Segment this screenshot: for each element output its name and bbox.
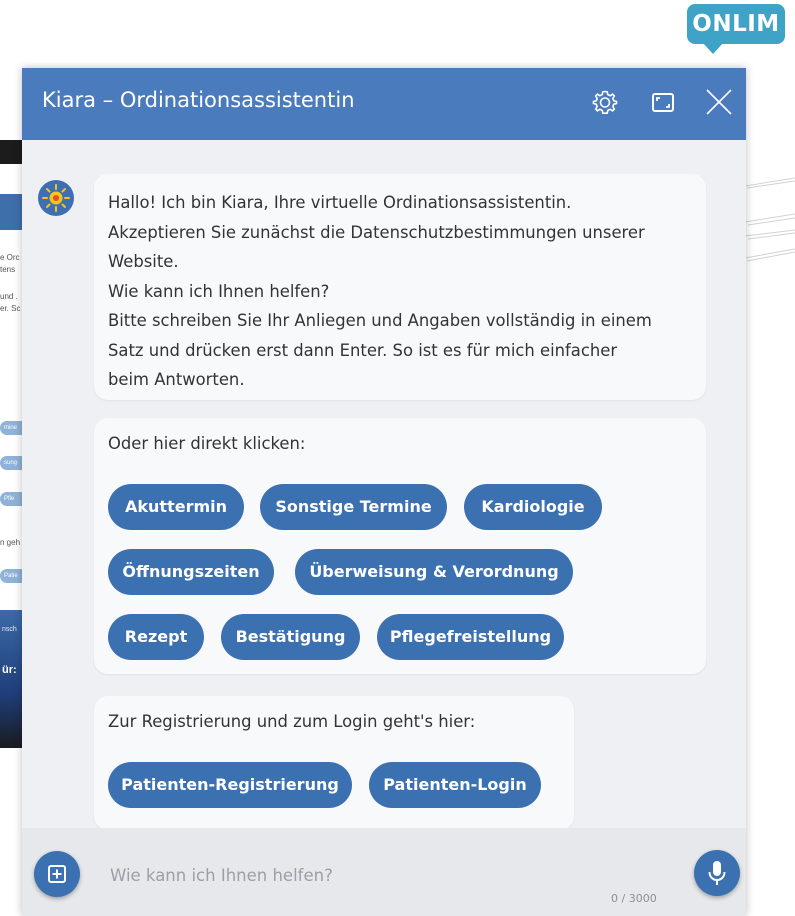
background-text: nsch	[2, 626, 17, 633]
registration-card: Zur Registrierung und zum Login geht's h…	[94, 696, 574, 830]
ueberweisung-verordnung-button[interactable]: Überweisung & Verordnung	[295, 549, 573, 595]
decorative-streaks-icon	[745, 177, 795, 262]
message-line: Bitte schreiben Sie Ihr Anliegen und Ang…	[108, 311, 652, 330]
background-text: er. Sc	[0, 304, 21, 313]
add-icon	[48, 865, 66, 883]
kardiologie-button[interactable]: Kardiologie	[464, 484, 602, 530]
welcome-message: Hallo! Ich bin Kiara, Ihre virtuelle Ord…	[94, 174, 706, 400]
pflegefreistellung-button[interactable]: Pflegefreistellung	[377, 614, 564, 660]
background-text: tens	[0, 265, 16, 274]
gear-icon[interactable]	[590, 87, 620, 117]
chat-header: Kiara – Ordinationsassistentin	[22, 68, 746, 140]
registration-label: Zur Registrierung und zum Login geht's h…	[108, 712, 476, 731]
sonstige-termine-button[interactable]: Sonstige Termine	[260, 484, 447, 530]
chat-input-bar: 0 / 3000	[22, 828, 746, 916]
onlim-logo-tail	[702, 42, 724, 54]
message-line: Wie kann ich Ihnen helfen?	[108, 281, 330, 301]
close-icon[interactable]	[704, 87, 734, 117]
add-attachment-button[interactable]	[34, 851, 80, 897]
rezept-button[interactable]: Rezept	[108, 614, 204, 660]
chat-messages[interactable]: Hallo! Ich bin Kiara, Ihre virtuelle Ord…	[22, 140, 746, 830]
quick-replies-card: Oder hier direkt klicken: Akuttermin Son…	[94, 418, 706, 674]
onlim-logo[interactable]: ONLIM	[687, 4, 785, 44]
microphone-icon	[708, 861, 726, 885]
akuttermin-button[interactable]: Akuttermin	[108, 484, 244, 530]
oeffnungszeiten-button[interactable]: Öffnungszeiten	[108, 549, 274, 595]
message-input[interactable]	[98, 858, 682, 892]
character-counter: 0 / 3000	[611, 892, 657, 905]
sun-icon	[42, 184, 70, 212]
message-line: Hallo! Ich bin Kiara, Ihre virtuelle Ord…	[108, 193, 572, 212]
message-line: Satz und drücken erst dann Enter. So ist…	[108, 340, 618, 360]
message-line: Website.	[108, 252, 179, 271]
message-line: Akzeptieren Sie zunächst die Datenschutz…	[108, 222, 645, 242]
background-text: ür:	[2, 664, 17, 676]
expand-icon[interactable]	[648, 87, 678, 117]
background-text: n geh	[0, 538, 21, 547]
chat-window: Kiara – Ordinationsassistentin Hallo! Ic…	[22, 68, 746, 916]
bestaetigung-button[interactable]: Bestätigung	[221, 614, 360, 660]
background-text: und .	[0, 292, 18, 301]
chat-title: Kiara – Ordinationsassistentin	[42, 88, 355, 112]
bot-avatar	[38, 180, 74, 216]
patienten-registrierung-button[interactable]: Patienten-Registrierung	[108, 762, 352, 808]
message-line: beim Antworten.	[108, 370, 245, 389]
quick-replies-label: Oder hier direkt klicken:	[108, 434, 306, 453]
background-text: e Orc	[0, 253, 20, 262]
microphone-button[interactable]	[694, 850, 740, 896]
patienten-login-button[interactable]: Patienten-Login	[369, 762, 541, 808]
